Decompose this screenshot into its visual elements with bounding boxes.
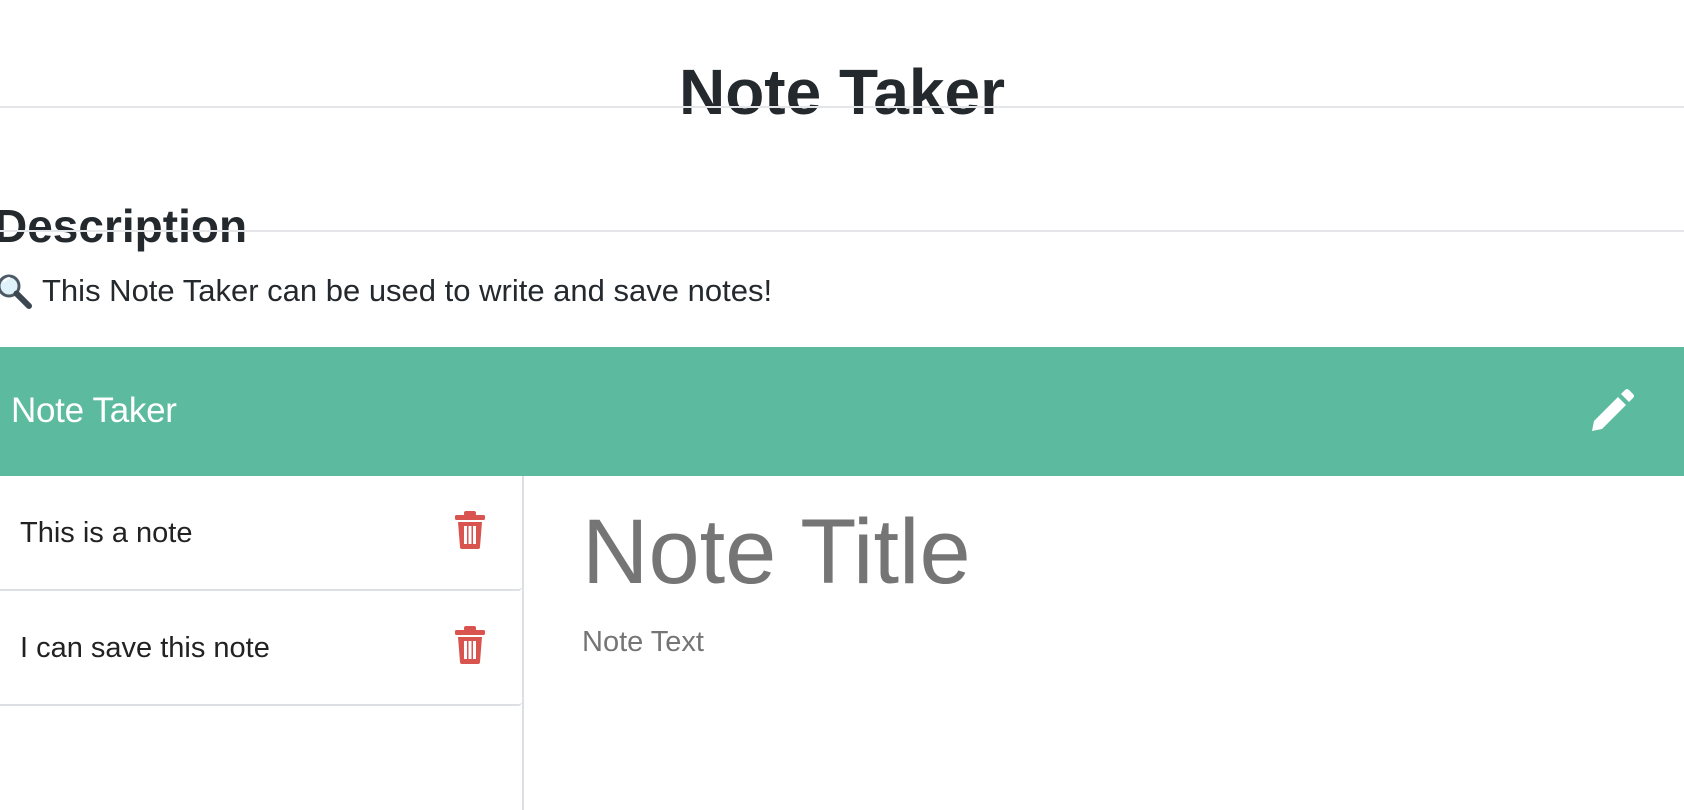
app-navbar: Note Taker (0, 347, 1684, 476)
note-text-input[interactable] (582, 622, 1582, 782)
readme-title: Note Taker (678, 55, 1006, 128)
delete-note-button[interactable] (452, 625, 488, 665)
list-item[interactable]: I can save this note (0, 591, 522, 706)
trash-icon (455, 511, 485, 549)
note-sidebar: This is a note I can save this note (0, 476, 524, 810)
magnifying-glass-icon (0, 271, 34, 311)
description: This Note Taker can be used to write and… (0, 268, 772, 314)
note-list: This is a note I can save this note (0, 476, 522, 706)
list-item[interactable]: This is a note (0, 476, 522, 591)
note-title-input[interactable] (582, 496, 1582, 608)
trash-icon (455, 626, 485, 664)
note-title[interactable]: I can save this note (20, 628, 270, 668)
note-title[interactable]: This is a note (20, 513, 192, 553)
new-note-button[interactable] (1586, 385, 1638, 437)
page: Note Taker Description This Note Taker c… (0, 0, 1684, 810)
description-text: This Note Taker can be used to write and… (42, 273, 773, 308)
pencil-icon (1592, 389, 1634, 431)
delete-note-button[interactable] (452, 510, 488, 550)
title-divider (0, 106, 1684, 108)
note-editor (524, 476, 1684, 810)
app-brand[interactable]: Note Taker (11, 389, 177, 433)
section-divider (0, 230, 1684, 232)
section-heading: Description (0, 200, 248, 253)
